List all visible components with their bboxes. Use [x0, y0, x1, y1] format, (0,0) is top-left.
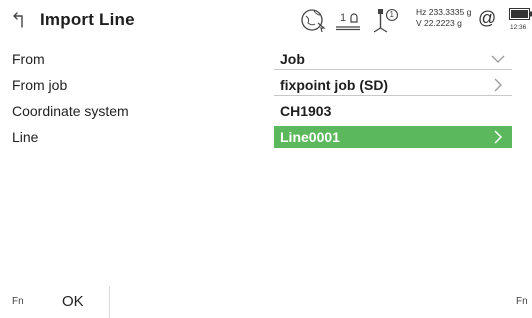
clock: 12:36 — [510, 24, 527, 31]
tilt-level-indicator[interactable]: 1 — [334, 9, 362, 31]
row-from: From Job — [0, 48, 532, 70]
at-sign-icon[interactable]: @ — [478, 8, 496, 29]
level-text: 1 — [340, 12, 347, 24]
back-arrow-icon[interactable] — [12, 10, 28, 30]
line-value: Line0001 — [280, 129, 340, 145]
angle-readout: Hz 233.3335 g V 22.2223 g — [416, 7, 471, 29]
line-label: Line — [12, 129, 39, 145]
chevron-right-icon — [494, 130, 503, 144]
row-coordinate-system: Coordinate system CH1903 — [0, 100, 532, 122]
coordinate-system-value: CH1903 — [280, 103, 332, 119]
rover-number: 1 — [389, 10, 394, 19]
hz-angle: Hz 233.3335 g — [416, 7, 472, 17]
globe-position-icon[interactable] — [300, 7, 326, 33]
battery-icon — [509, 8, 532, 20]
line-selector[interactable]: Line0001 — [274, 126, 512, 148]
row-line: Line Line0001 — [0, 126, 532, 148]
from-value: Job — [280, 51, 305, 67]
from-job-label: From job — [12, 77, 68, 93]
v-angle: V 22.2223 g — [416, 18, 462, 28]
from-job-value: fixpoint job (SD) — [280, 77, 389, 93]
fn-key-left[interactable]: Fn — [12, 296, 24, 307]
ok-label: OK — [62, 293, 84, 310]
from-label: From — [12, 51, 45, 67]
rover-antenna-icon — [373, 8, 399, 33]
from-job-selector[interactable]: fixpoint job (SD) — [274, 74, 512, 96]
title-bar: Import Line 1 1 Hz 233.3335 g V 22.2223 … — [0, 0, 532, 40]
chevron-right-icon — [494, 78, 502, 92]
row-from-job: From job fixpoint job (SD) — [0, 74, 532, 96]
from-dropdown[interactable]: Job — [274, 48, 512, 70]
softkey-bar: Fn OK Fn — [0, 286, 532, 318]
coordinate-system-label: Coordinate system — [12, 103, 129, 119]
chevron-down-icon — [491, 55, 505, 63]
page-title: Import Line — [40, 10, 135, 29]
rover-indicator[interactable]: 1 — [372, 6, 400, 34]
coordinate-system-value-field: CH1903 — [274, 100, 512, 122]
fn-key-right[interactable]: Fn — [516, 296, 528, 307]
tilt-level-icon — [336, 13, 360, 31]
ok-button[interactable]: OK — [36, 286, 110, 318]
